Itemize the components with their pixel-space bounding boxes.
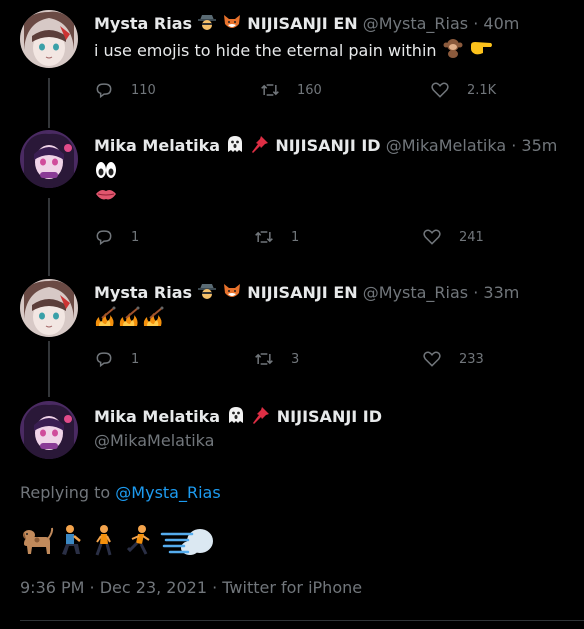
thread-line xyxy=(48,341,50,397)
tweet-header: Mysta Rias NIJISANJI EN @Mysta_Rias · 33… xyxy=(94,281,519,306)
separator: · xyxy=(506,136,522,155)
handle[interactable]: @Mysta_Rias xyxy=(363,283,468,302)
tweet-text-content: i use emojis to hide the eternal pain wi… xyxy=(94,41,437,60)
org-name: NIJISANJI ID xyxy=(275,136,381,155)
like-button[interactable]: 233 xyxy=(422,349,484,369)
tweet-text: i use emojis to hide the eternal pain wi… xyxy=(94,37,493,65)
main-tweet-header: Mika Melatika NIJISANJI ID xyxy=(94,405,382,429)
backhand-index-pointing-right-emoji-icon xyxy=(469,37,493,65)
tweet-header: Mysta Rias NIJISANJI EN @Mysta_Rias · 40… xyxy=(94,12,519,37)
avatar[interactable] xyxy=(20,401,78,459)
handle[interactable]: @Mysta_Rias xyxy=(363,14,468,33)
ghost-emoji-icon xyxy=(225,134,245,159)
like-count: 233 xyxy=(459,351,484,367)
reply-count: 110 xyxy=(131,82,156,98)
tweet-timestamp[interactable]: 9:36 PM · Dec 23, 2021 · Twitter for iPh… xyxy=(20,578,362,597)
reply-icon xyxy=(96,83,112,99)
timestamp[interactable]: 33m xyxy=(483,283,519,302)
reply-icon xyxy=(96,230,112,246)
pushpin-emoji-icon xyxy=(250,134,270,159)
pushpin-emoji-icon xyxy=(251,405,271,429)
reply-button[interactable]: 1 xyxy=(94,227,139,247)
eyes-emoji-icon xyxy=(94,160,118,186)
avatar[interactable] xyxy=(20,10,78,68)
fire-guitar-emoji-icon xyxy=(94,306,164,334)
separator: · xyxy=(468,283,484,302)
fox-emoji-icon xyxy=(222,12,242,37)
tweet-header: Mika Melatika NIJISANJI ID @MikaMelatika… xyxy=(94,134,557,159)
detective-emoji-icon xyxy=(197,12,217,37)
tweet-actions: 110 160 2.1K xyxy=(94,80,514,100)
thread-line xyxy=(48,78,50,128)
dog-emoji-icon xyxy=(23,527,54,554)
reply-button[interactable]: 1 xyxy=(94,349,139,369)
retweet-count: 160 xyxy=(297,82,322,98)
reply-button[interactable]: 110 xyxy=(94,80,156,100)
timestamp[interactable]: 40m xyxy=(483,14,519,33)
retweet-button[interactable]: 160 xyxy=(260,80,322,100)
thread-line xyxy=(48,198,50,276)
ghost-emoji-icon xyxy=(226,405,246,429)
heart-icon xyxy=(423,229,441,245)
tweet-text xyxy=(94,306,164,334)
main-tweet-text xyxy=(20,524,220,558)
retweet-count: 1 xyxy=(291,229,300,245)
mouth-emoji-icon xyxy=(94,184,118,210)
replying-to-link[interactable]: @Mysta_Rias xyxy=(115,483,220,502)
retweet-button[interactable]: 1 xyxy=(254,227,299,247)
like-count: 241 xyxy=(459,229,484,245)
heart-icon xyxy=(423,351,441,367)
divider xyxy=(20,620,584,621)
handle[interactable]: @MikaMelatika xyxy=(94,431,214,450)
timestamp[interactable]: 35m xyxy=(521,136,557,155)
like-button[interactable]: 2.1K xyxy=(430,80,496,100)
reply-count: 1 xyxy=(131,229,140,245)
avatar[interactable] xyxy=(20,279,78,337)
replying-prefix: Replying to xyxy=(20,483,116,502)
display-name[interactable]: Mysta Rias xyxy=(94,283,192,302)
retweet-button[interactable]: 3 xyxy=(254,349,299,369)
detective-emoji-icon xyxy=(197,281,217,306)
org-name: NIJISANJI EN xyxy=(247,14,358,33)
person-running-emoji-icon xyxy=(126,525,150,555)
fox-emoji-icon xyxy=(222,281,242,306)
display-name[interactable]: Mika Melatika xyxy=(94,136,220,155)
reply-count: 1 xyxy=(131,351,140,367)
reply-icon xyxy=(96,352,112,368)
person-kneeling-emoji-icon xyxy=(62,525,81,555)
dashing-away-emoji-icon xyxy=(160,529,213,555)
retweet-count: 3 xyxy=(291,351,300,367)
tweet-actions: 1 3 233 xyxy=(94,349,514,369)
retweet-icon xyxy=(261,84,279,96)
handle[interactable]: @MikaMelatika xyxy=(386,136,506,155)
retweet-icon xyxy=(255,231,273,243)
replying-to: Replying to @Mysta_Rias xyxy=(20,483,221,502)
like-button[interactable]: 241 xyxy=(422,227,484,247)
org-name: NIJISANJI EN xyxy=(247,283,358,302)
display-name[interactable]: Mika Melatika xyxy=(94,407,220,426)
display-name[interactable]: Mysta Rias xyxy=(94,14,192,33)
tweet-text-line xyxy=(94,184,118,210)
separator: · xyxy=(468,14,484,33)
tweet-actions: 1 1 241 xyxy=(94,227,514,247)
person-walking-emoji-icon xyxy=(95,525,112,556)
retweet-icon xyxy=(255,353,273,365)
monkey-emoji-icon xyxy=(442,37,464,65)
heart-icon xyxy=(431,82,449,98)
like-count: 2.1K xyxy=(467,82,497,98)
avatar[interactable] xyxy=(20,130,78,188)
tweet-text xyxy=(94,160,118,186)
org-name: NIJISANJI ID xyxy=(276,407,383,426)
